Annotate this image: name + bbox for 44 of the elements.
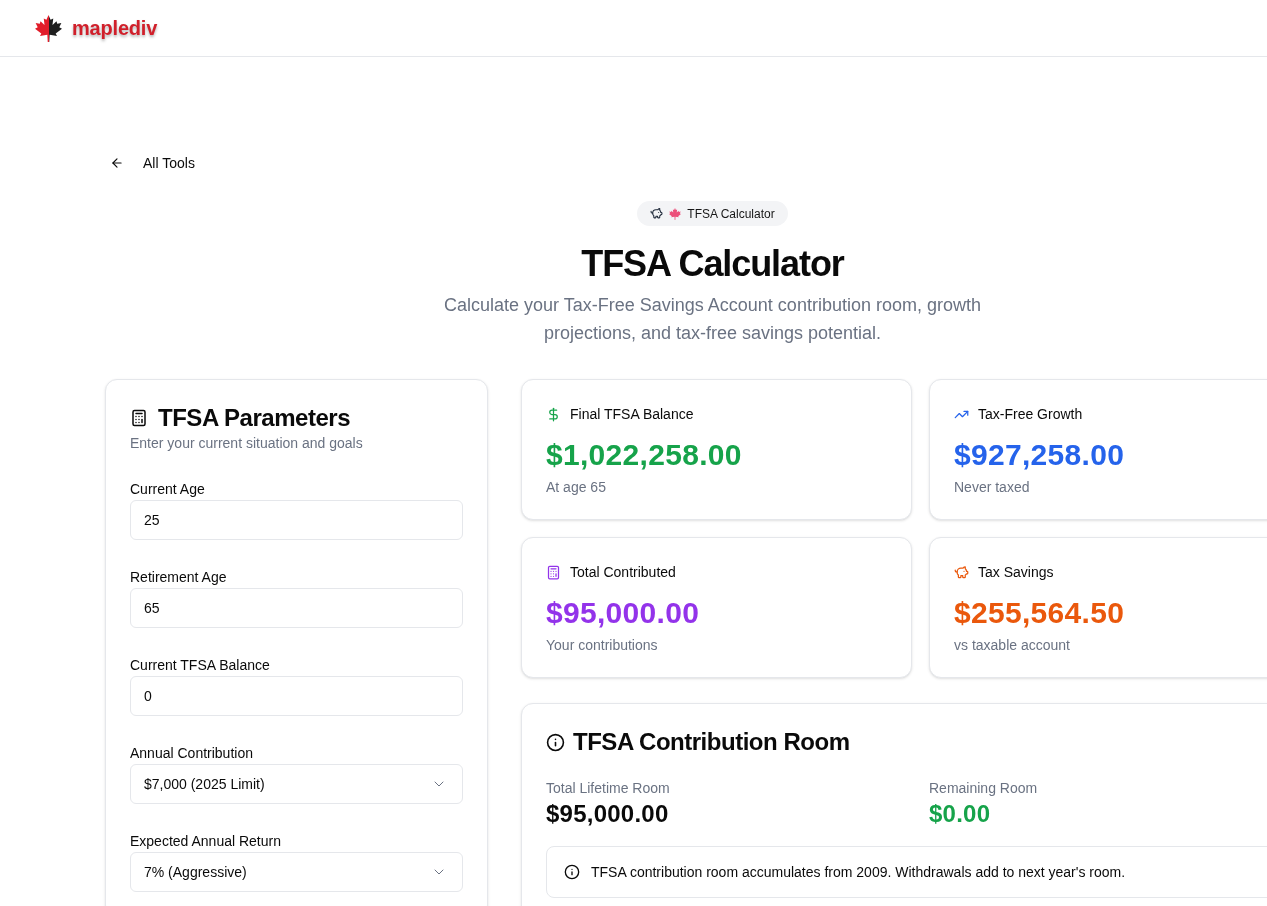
info-icon <box>546 732 565 752</box>
info-note-text: TFSA contribution room accumulates from 2009. Withdrawals add to next year's room. <box>591 863 1126 882</box>
room-label: Remaining Room <box>929 779 1039 798</box>
dropdown[interactable]: 7% (Aggressive) <box>130 852 463 892</box>
room-value: $0.00 <box>929 799 992 829</box>
maple-leaf-logo-icon <box>35 14 62 42</box>
info-icon <box>564 864 580 880</box>
stat-note: vs taxable account <box>954 636 1071 655</box>
card-subtitle: Enter your current situation and goals <box>130 434 364 453</box>
stat-value: $255,564.50 <box>954 595 1126 631</box>
field-label: Current TFSA Balance <box>130 656 271 675</box>
logo-text: maplediv <box>72 16 158 41</box>
stat-value: $927,258.00 <box>954 437 1126 473</box>
room-label: Total Lifetime Room <box>546 779 671 798</box>
dropdown[interactable]: $7,000 (2025 Limit) <box>130 764 463 804</box>
input-field[interactable]: 0 <box>130 676 463 716</box>
field-label: Annual Contribution <box>130 744 254 763</box>
calculator-icon <box>546 564 561 580</box>
field-label: Current Age <box>130 480 206 499</box>
room-value: $95,000.00 <box>546 799 670 829</box>
calculator-icon <box>130 409 148 427</box>
stat-note: At age 65 <box>546 478 607 497</box>
stat-label: Final TFSA Balance <box>570 404 694 424</box>
input-field[interactable]: 25 <box>130 500 463 540</box>
page-title: TFSA Calculator <box>581 244 844 284</box>
dollar-icon <box>546 406 561 422</box>
stat-value: $95,000.00 <box>546 595 701 631</box>
stat-label: Tax-Free Growth <box>978 404 1083 424</box>
input-field[interactable]: 65 <box>130 588 463 628</box>
back-link[interactable]: All Tools <box>110 153 195 173</box>
stat-label: Total Contributed <box>570 562 676 582</box>
field-label: Expected Annual Return <box>130 832 282 851</box>
badge-label: TFSA Calculator <box>687 205 775 223</box>
card-title: TFSA Parameters <box>158 403 350 433</box>
field-label: Retirement Age <box>130 568 228 587</box>
page-subtitle: Calculate your Tax-Free Savings Account contribution room, growth projections, and tax-free savings potential. <box>443 294 982 345</box>
stat-value: $1,022,258.00 <box>546 437 743 473</box>
stat-note: Never taxed <box>954 478 1031 497</box>
card-title: TFSA Contribution Room <box>573 727 850 757</box>
piggy-bank-icon <box>650 207 664 220</box>
stat-note: Your contributions <box>546 636 659 655</box>
maple-leaf-icon <box>669 207 682 220</box>
piggy-bank-icon <box>954 564 969 580</box>
stat-label: Tax Savings <box>978 562 1054 582</box>
